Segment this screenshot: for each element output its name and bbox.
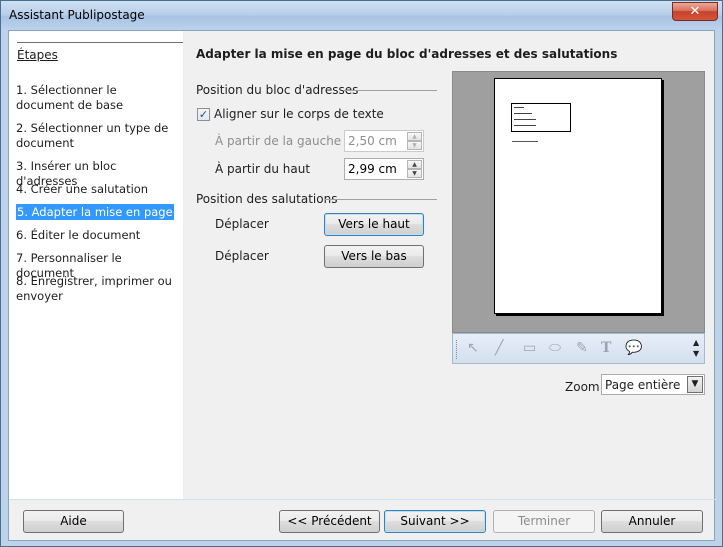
from-left-input xyxy=(348,133,406,149)
zoom-label: Zoom xyxy=(565,380,600,394)
salutation-section-label: Position des salutations xyxy=(196,192,338,206)
step-number: 8. xyxy=(16,274,27,288)
page-preview xyxy=(452,71,705,333)
align-text-label[interactable]: Aligner sur le corps de texte xyxy=(214,107,384,121)
wizard-window: Assistant Publipostage ✕ Étapes 1. Sélec… xyxy=(0,0,723,547)
steps-divider xyxy=(17,42,183,43)
salutation-section-divider xyxy=(325,199,437,200)
step-label: Éditer le document xyxy=(30,228,141,242)
spin-up-icon[interactable]: ▲ xyxy=(407,160,422,169)
spin-up-icon: ▲ xyxy=(407,132,422,141)
step-item-2[interactable]: 2. Sélectionner un type de document xyxy=(16,121,178,151)
zoom-select[interactable]: Page entière ▼ xyxy=(601,374,705,395)
from-left-spin-buttons: ▲ ▼ xyxy=(407,132,422,150)
preview-toolbar: ↖ ╱ ▭ ⬭ ✎ T 💬 ▲ ▼ xyxy=(452,333,705,364)
step-label: Enregistrer, imprimer ou envoyer xyxy=(16,274,172,303)
align-text-checkbox[interactable]: ✓ xyxy=(197,108,210,121)
from-left-spinbox: ▲ ▼ xyxy=(344,130,424,152)
zoom-value: Page entière xyxy=(605,378,681,392)
steps-panel: Étapes 1. Sélectionner le document de ba… xyxy=(9,31,183,499)
step-item-1[interactable]: 1. Sélectionner le document de base xyxy=(16,83,178,113)
help-button[interactable]: Aide xyxy=(23,510,124,533)
toolbar-grip[interactable] xyxy=(456,340,459,359)
ellipse-icon[interactable]: ⬭ xyxy=(549,340,561,356)
from-top-input[interactable] xyxy=(348,161,406,177)
checkmark-icon: ✓ xyxy=(198,108,209,121)
move-down-button[interactable]: Vers le bas xyxy=(324,245,424,268)
address-block-preview xyxy=(511,103,571,132)
address-line xyxy=(514,119,536,120)
step-number: 1. xyxy=(16,83,27,97)
address-line xyxy=(514,113,532,114)
spin-down-icon: ▼ xyxy=(407,141,422,150)
page-heading: Adapter la mise en page du bloc d'adress… xyxy=(196,47,618,61)
move-down-label: Déplacer xyxy=(215,249,269,263)
from-top-spinbox[interactable]: ▲ ▼ xyxy=(344,158,424,180)
step-number: 3. xyxy=(16,159,27,173)
steps-title: Étapes xyxy=(17,48,58,62)
step-item-5[interactable]: 5. Adapter la mise en page xyxy=(16,204,178,220)
callout-icon[interactable]: 💬 xyxy=(625,340,642,356)
step-label: Adapter la mise en page xyxy=(31,205,173,219)
toolbar-overflow[interactable]: ▲ ▼ xyxy=(693,337,702,361)
spin-down-icon[interactable]: ▼ xyxy=(407,169,422,178)
close-button[interactable]: ✕ xyxy=(672,2,718,21)
window-title: Assistant Publipostage xyxy=(9,8,145,22)
step-number: 4. xyxy=(16,182,27,196)
previous-button[interactable]: << Précédent xyxy=(279,510,380,533)
step-item-8[interactable]: 8. Enregistrer, imprimer ou envoyer xyxy=(16,274,178,304)
line-icon[interactable]: ╱ xyxy=(495,340,503,356)
step-item-4[interactable]: 4. Créer une salutation xyxy=(16,182,178,197)
address-line xyxy=(514,125,536,126)
step-label: Sélectionner le document de base xyxy=(16,83,124,112)
footer-divider xyxy=(9,499,716,500)
step-number: 6. xyxy=(16,228,27,242)
step-label: Sélectionner un type de document xyxy=(16,121,169,150)
finish-button: Terminer xyxy=(493,510,595,533)
address-section-divider xyxy=(344,90,437,91)
address-line xyxy=(514,107,524,108)
text-icon[interactable]: T xyxy=(601,340,611,356)
step-number: 5. xyxy=(17,205,28,219)
cursor-icon[interactable]: ↖ xyxy=(467,340,479,356)
from-top-label: À partir du haut xyxy=(215,162,311,176)
salutation-preview xyxy=(512,141,538,142)
step-label: Créer une salutation xyxy=(30,182,149,196)
cancel-button[interactable]: Annuler xyxy=(601,510,703,533)
move-up-button[interactable]: Vers le haut xyxy=(324,213,424,236)
from-left-label: À partir de la gauche xyxy=(215,134,342,148)
step-number: 7. xyxy=(16,251,27,265)
step-number: 2. xyxy=(16,121,27,135)
from-top-spin-buttons[interactable]: ▲ ▼ xyxy=(407,160,422,178)
rectangle-icon[interactable]: ▭ xyxy=(523,340,536,356)
chevron-down-icon[interactable]: ▼ xyxy=(687,376,703,393)
step-selection-highlight: 5. Adapter la mise en page xyxy=(16,204,174,220)
preview-page xyxy=(494,78,662,314)
dialog-client-area: Étapes 1. Sélectionner le document de ba… xyxy=(8,30,716,541)
next-button[interactable]: Suivant >> xyxy=(384,510,486,533)
move-up-label: Déplacer xyxy=(215,217,269,231)
address-section-label: Position du bloc d'adresses xyxy=(196,83,359,97)
close-icon: ✕ xyxy=(689,4,701,19)
step-item-6[interactable]: 6. Éditer le document xyxy=(16,228,178,243)
pen-icon[interactable]: ✎ xyxy=(576,340,588,356)
title-bar: Assistant Publipostage ✕ xyxy=(1,1,722,30)
